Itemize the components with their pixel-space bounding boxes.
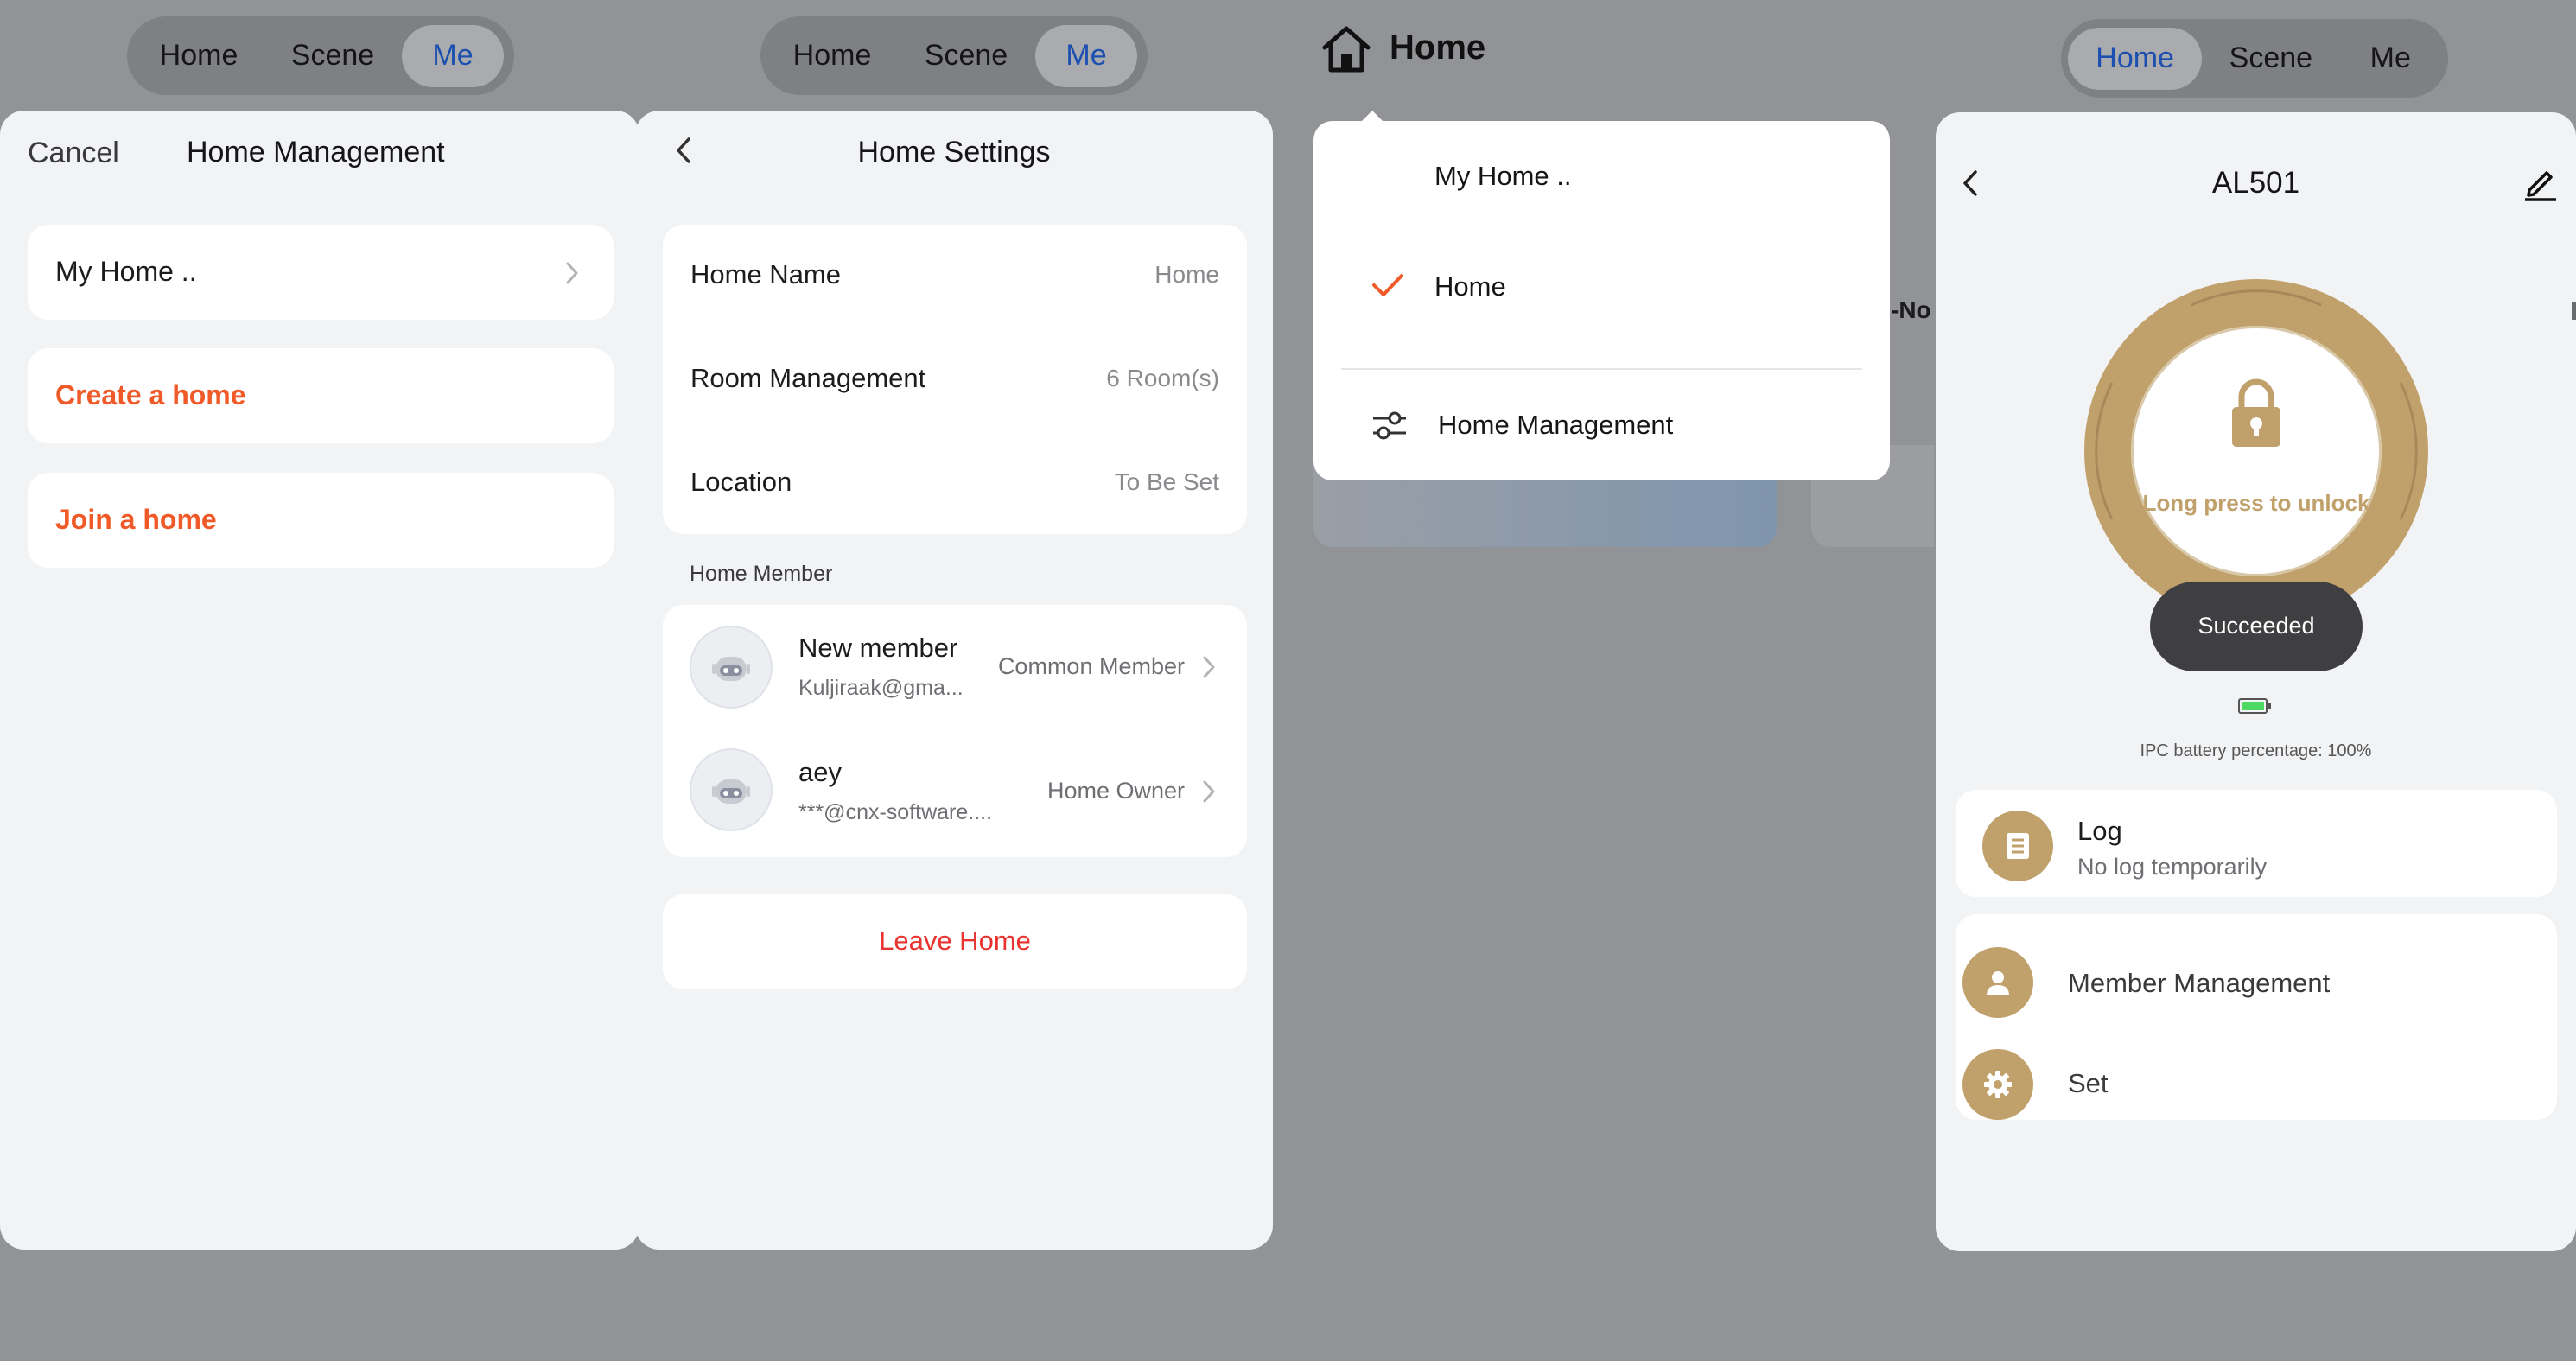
tab-scene[interactable]: Scene xyxy=(2202,28,2339,90)
page-title: Home Settings xyxy=(857,136,1051,169)
member-management-row[interactable]: Member Management xyxy=(1956,914,2557,1018)
tab-me[interactable]: Me xyxy=(2339,28,2441,90)
member-role: Home Owner xyxy=(1046,778,1185,804)
leave-home-label: Leave Home xyxy=(879,925,1031,956)
member-email: Kuljiraak@gma... xyxy=(798,676,964,700)
home-name-label: Home Name xyxy=(690,259,841,289)
log-card[interactable]: Log No log temporarily xyxy=(1956,790,2557,897)
edit-pencil-icon[interactable] xyxy=(2521,162,2560,202)
location-label: Location xyxy=(690,467,792,497)
chevron-right-icon xyxy=(566,262,578,284)
menu-item-label: Home xyxy=(1434,271,1506,302)
member-name: New member xyxy=(798,633,958,663)
robot-avatar-icon xyxy=(712,779,750,804)
tab-home[interactable]: Home xyxy=(134,25,264,87)
person-icon xyxy=(1962,947,2033,1018)
avatar xyxy=(690,626,773,709)
log-icon xyxy=(1982,811,2053,881)
unlock-hint-text: Long press to unlock xyxy=(2142,490,2370,516)
tab-home[interactable]: Home xyxy=(767,25,897,87)
member-email: ***@cnx-software.... xyxy=(798,800,993,824)
battery-tip xyxy=(2268,703,2271,709)
home-settings-panel: Home Settings Home Name Home Room Manage… xyxy=(635,111,1273,1250)
chevron-right-icon xyxy=(1203,780,1215,803)
menu-item-my-home[interactable]: My Home .. xyxy=(1313,121,1890,233)
underlying-screen-edge xyxy=(2572,302,2576,320)
menu-item-home[interactable]: Home xyxy=(1313,233,1890,342)
members-card: New member Kuljiraak@gma... Common Membe… xyxy=(663,605,1247,857)
location-row[interactable]: Location To Be Set xyxy=(663,432,1247,534)
background-text: -No xyxy=(1891,296,1931,323)
settings-card: Member Management Set xyxy=(1956,914,2557,1120)
home-management-panel: Cancel Home Management My Home .. Create… xyxy=(0,111,639,1250)
tab-bar-2: Home Scene Me xyxy=(760,16,1148,95)
room-count-value: 6 Room(s) xyxy=(1106,365,1219,391)
join-home-label: Join a home xyxy=(55,504,217,535)
set-label: Set xyxy=(2068,1068,2109,1098)
member-row[interactable]: aey ***@cnx-software.... Home Owner xyxy=(663,731,1247,857)
member-name: aey xyxy=(798,757,842,787)
tab-scene[interactable]: Scene xyxy=(264,25,402,87)
room-management-label: Room Management xyxy=(690,363,926,393)
current-home-title[interactable]: Home xyxy=(1390,29,1485,67)
toast-succeeded: Succeeded xyxy=(2150,582,2363,671)
tab-me[interactable]: Me xyxy=(402,24,504,87)
create-home-button[interactable]: Create a home xyxy=(28,348,614,443)
menu-divider xyxy=(1341,368,1862,370)
log-subtitle: No log temporarily xyxy=(2077,854,2268,880)
device-title: AL501 xyxy=(2211,166,2300,200)
battery-icon xyxy=(2238,698,2268,714)
toast-text: Succeeded xyxy=(2198,613,2315,639)
member-management-label: Member Management xyxy=(2068,968,2331,998)
log-title: Log xyxy=(2077,816,2122,846)
tab-bar-1: Home Scene Me xyxy=(127,16,514,95)
battery-percentage-label: IPC battery percentage: 100% xyxy=(2140,741,2372,760)
location-value: To Be Set xyxy=(1114,468,1219,495)
battery-level-fill xyxy=(2242,702,2264,710)
checkmark-icon xyxy=(1372,274,1403,296)
settings-card: Home Name Home Room Management 6 Room(s)… xyxy=(663,225,1247,534)
member-role: Common Member xyxy=(997,653,1185,679)
cancel-button[interactable]: Cancel xyxy=(28,137,119,170)
chevron-right-icon xyxy=(1203,656,1215,678)
padlock-icon xyxy=(2232,378,2280,447)
home-name-value: Home xyxy=(1154,261,1219,288)
set-row[interactable]: Set xyxy=(1956,1016,2557,1120)
home-switcher-screen: Home ter -No My Home .. Home Home Manage… xyxy=(1313,0,1934,1361)
lock-device-panel: AL501 Long press to unlock Succeeded IPC… xyxy=(1936,112,2576,1251)
home-member-header: Home Member xyxy=(690,562,833,586)
home-item-label: My Home .. xyxy=(55,256,197,287)
tab-me[interactable]: Me xyxy=(1035,24,1137,87)
tab-scene[interactable]: Scene xyxy=(897,25,1035,87)
unlock-button-inner[interactable]: Long press to unlock xyxy=(2131,326,2382,576)
unlock-ring[interactable]: Long press to unlock xyxy=(2084,279,2428,623)
home-switcher-menu: My Home .. Home Home Management xyxy=(1313,121,1890,480)
avatar xyxy=(690,748,773,831)
tab-bar-4: Home Scene Me xyxy=(2061,19,2448,98)
page-title: Home Management xyxy=(187,136,445,169)
join-home-button[interactable]: Join a home xyxy=(28,473,614,568)
home-name-row[interactable]: Home Name Home xyxy=(663,225,1247,328)
robot-avatar-icon xyxy=(712,657,750,681)
member-row[interactable]: New member Kuljiraak@gma... Common Membe… xyxy=(663,605,1247,731)
house-icon xyxy=(1322,26,1371,73)
menu-item-label: My Home .. xyxy=(1434,161,1572,191)
gear-icon xyxy=(1962,1049,2033,1120)
create-home-label: Create a home xyxy=(55,379,246,410)
tab-home[interactable]: Home xyxy=(2068,27,2203,90)
leave-home-button[interactable]: Leave Home xyxy=(663,894,1247,989)
menu-item-home-management[interactable]: Home Management xyxy=(1313,372,1890,480)
home-list-item[interactable]: My Home .. xyxy=(28,225,614,320)
room-management-row[interactable]: Room Management 6 Room(s) xyxy=(663,328,1247,432)
menu-item-label: Home Management xyxy=(1438,410,1674,440)
sliders-icon xyxy=(1373,411,1406,440)
